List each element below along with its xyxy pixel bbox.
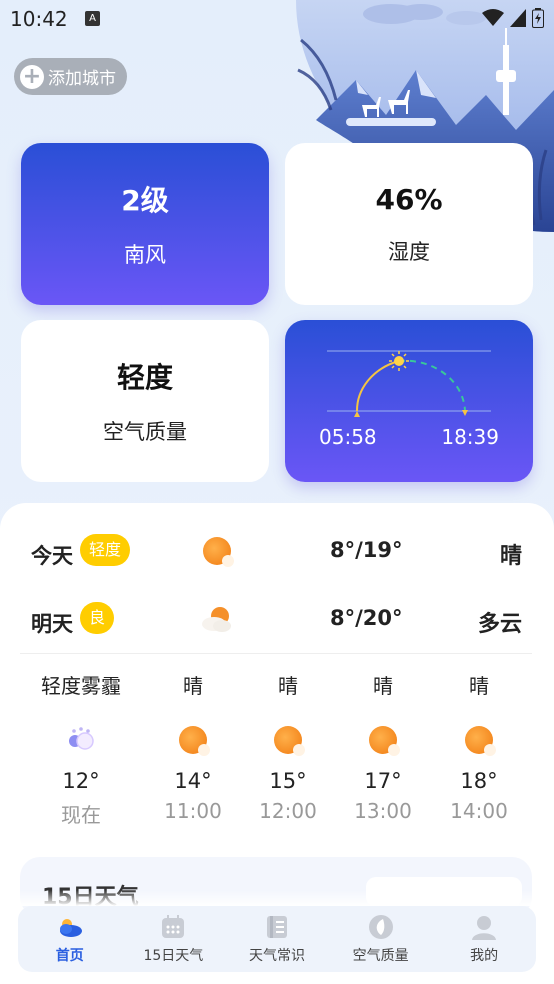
day-row-today[interactable]: 今天 轻度 8°/19° 晴 <box>0 528 554 578</box>
sunny-icon <box>200 534 234 568</box>
day-name: 今天 <box>31 544 73 568</box>
cloudy-icon <box>200 602 234 636</box>
signal-icon <box>510 9 526 27</box>
tab-profile[interactable]: 我的 <box>432 906 536 972</box>
wind-card: 2级 南风 <box>21 143 269 305</box>
tab-home[interactable]: 首页 <box>18 906 122 972</box>
hourly-temp: 12° <box>62 769 100 793</box>
status-bar: 10:42 A <box>0 0 554 38</box>
sunrise-sunset-card: 05:58 18:39 <box>285 320 533 482</box>
add-city-label: 添加城市 <box>48 69 116 89</box>
tabbar-fade <box>0 890 554 906</box>
hourly-forecast: 轻度雾霾 12° 现在 晴 14° 11:00 晴 15° 12:00 晴 17… <box>0 671 554 841</box>
tab-label: 我的 <box>470 948 499 964</box>
day-weather: 多云 <box>477 612 522 637</box>
day-temp: 8°/20° <box>330 606 403 630</box>
wifi-icon <box>482 9 504 26</box>
air-quality-card: 轻度 空气质量 <box>21 320 269 482</box>
day-name: 明天 <box>31 612 73 636</box>
hourly-temp: 18° <box>460 769 498 793</box>
wind-label: 南风 <box>124 243 166 267</box>
sunny-icon <box>366 723 400 757</box>
tab-label: 天气常识 <box>248 948 305 964</box>
hourly-item: 轻度雾霾 12° 现在 <box>21 671 141 828</box>
day-weather: 晴 <box>499 544 522 569</box>
hourly-item: 晴 18° 14:00 <box>419 671 539 823</box>
tab-weather-knowledge[interactable]: 天气常识 <box>225 906 329 972</box>
hourly-weather: 晴 <box>469 674 489 698</box>
sunny-icon <box>462 723 496 757</box>
calendar-icon <box>162 915 185 938</box>
hourly-time: 14:00 <box>450 799 508 823</box>
humidity-card: 46% 湿度 <box>285 143 533 305</box>
day-row-tomorrow[interactable]: 明天 良 8°/20° 多云 <box>0 596 554 646</box>
day-temp: 8°/19° <box>330 538 403 562</box>
humidity-value: 46% <box>375 182 443 216</box>
haze-icon <box>64 723 98 757</box>
sunrise-time: 05:58 <box>319 425 377 449</box>
leaf-icon <box>368 915 393 939</box>
notification-a-icon: A <box>85 11 100 26</box>
air-quality-value: 轻度 <box>116 361 173 394</box>
tab-air-quality[interactable]: 空气质量 <box>329 906 433 972</box>
sunny-icon <box>271 723 305 757</box>
tab-label: 15日天气 <box>143 948 204 964</box>
tab-label: 空气质量 <box>352 948 409 964</box>
bottom-tab-bar: 首页 15日天气 天气常识 空气质量 我的 <box>18 906 536 972</box>
aqi-badge: 轻度 <box>80 534 131 566</box>
sun-marker-icon <box>389 351 409 371</box>
sunny-icon <box>176 723 210 757</box>
plus-icon: + <box>20 64 44 89</box>
divider <box>20 653 532 654</box>
status-time: 10:42 <box>10 7 68 31</box>
aqi-badge: 良 <box>80 602 115 634</box>
air-quality-label: 空气质量 <box>103 420 187 444</box>
user-icon <box>472 916 497 940</box>
book-icon <box>266 916 287 938</box>
wind-value: 2级 <box>121 184 169 217</box>
humidity-label: 湿度 <box>388 239 430 264</box>
tab-label: 首页 <box>55 948 84 964</box>
sunset-time: 18:39 <box>441 425 499 449</box>
add-city-button[interactable]: + 添加城市 <box>14 58 127 95</box>
sun-arc <box>327 350 491 417</box>
status-icons <box>482 8 544 28</box>
hourly-time: 现在 <box>61 803 101 827</box>
battery-icon <box>532 8 544 28</box>
hourly-weather: 轻度雾霾 <box>41 674 121 698</box>
home-weather-icon <box>59 919 82 937</box>
tab-15-day[interactable]: 15日天气 <box>122 906 226 972</box>
